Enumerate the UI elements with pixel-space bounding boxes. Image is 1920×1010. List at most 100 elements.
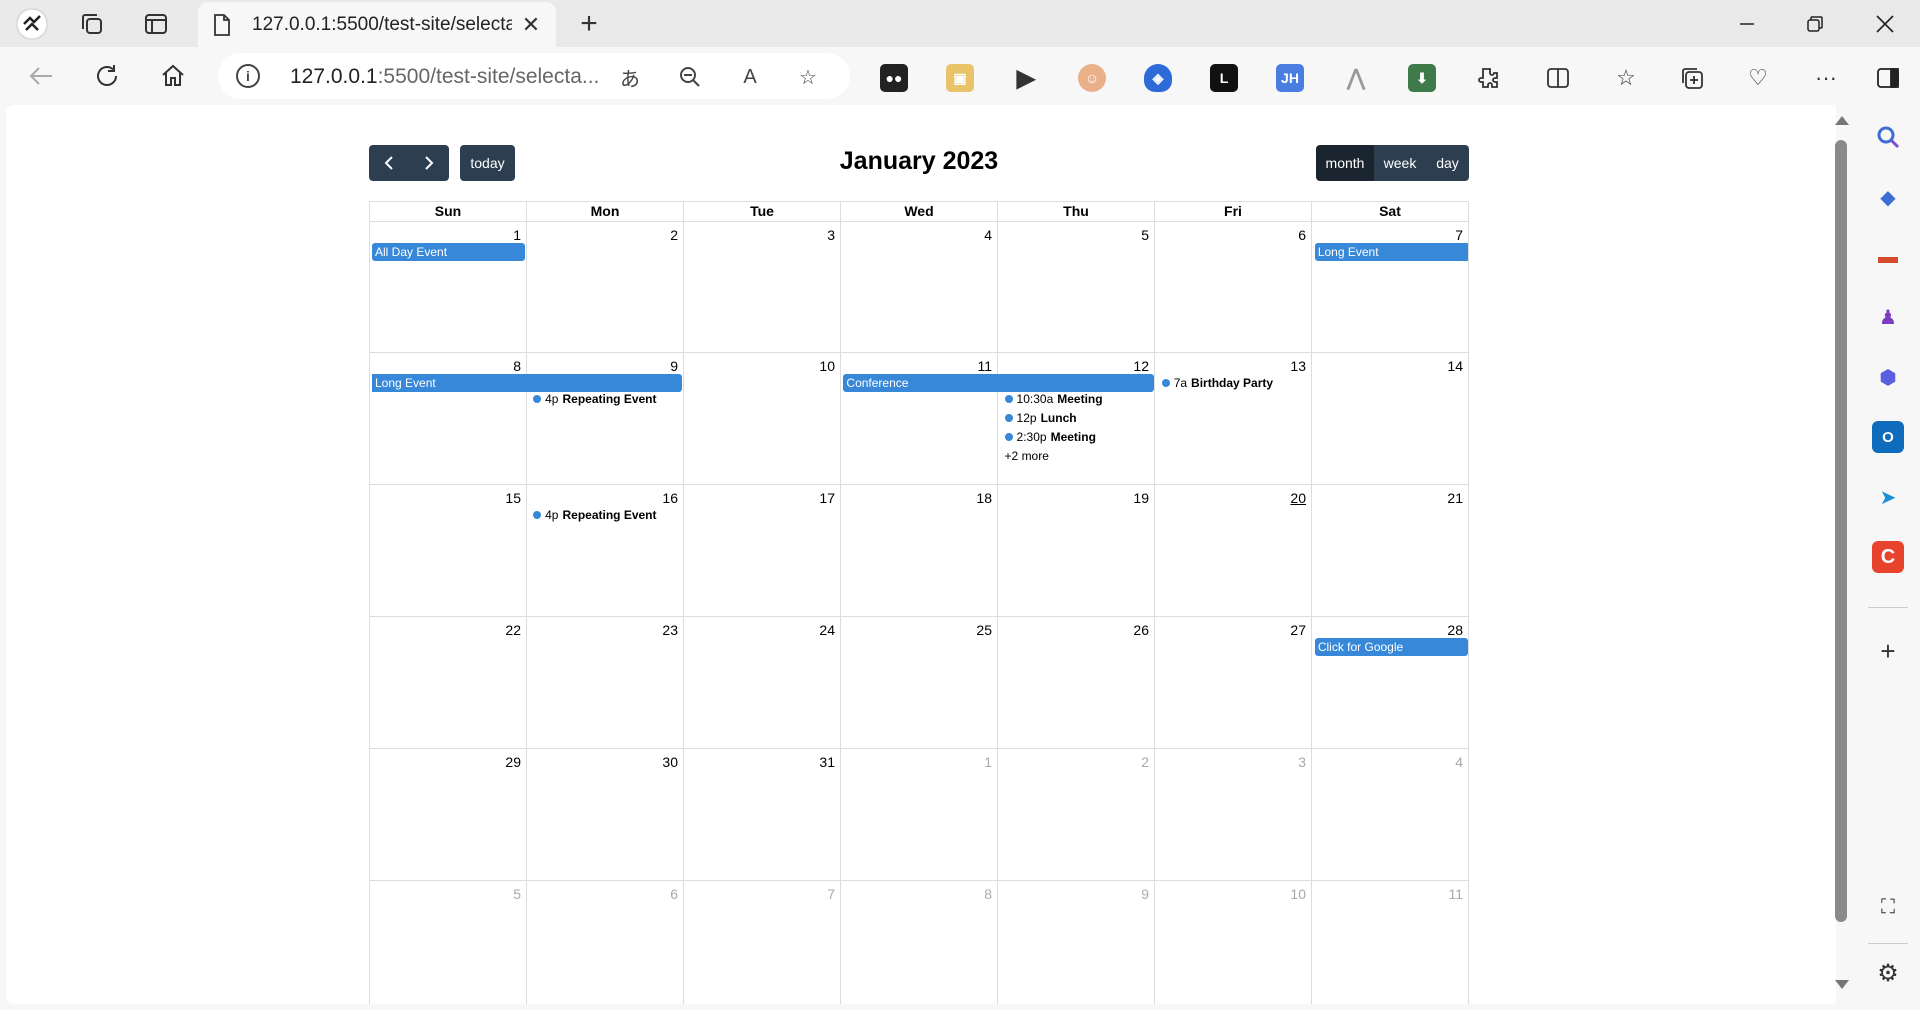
more-events-link[interactable]: +2 more xyxy=(1005,449,1049,463)
day-number[interactable]: 3 xyxy=(827,227,835,243)
day-number[interactable]: 1 xyxy=(984,754,992,770)
download-extension-icon[interactable]: ⬇ xyxy=(1408,64,1436,92)
day-cell[interactable]: 10 xyxy=(684,353,841,485)
day-cell[interactable]: 3 xyxy=(1155,749,1312,881)
favorites-icon[interactable]: ☆ xyxy=(1610,62,1642,94)
day-cell[interactable]: 16 xyxy=(527,485,684,617)
day-number[interactable]: 12 xyxy=(1133,358,1149,374)
browser-tab[interactable]: 127.0.0.1:5500/test-site/selectabl ✕ xyxy=(198,2,556,47)
day-cell[interactable]: 4 xyxy=(1312,749,1469,881)
jh-extension-icon[interactable]: JH xyxy=(1276,64,1304,92)
day-number[interactable]: 3 xyxy=(1298,754,1306,770)
day-cell[interactable]: 17 xyxy=(684,485,841,617)
day-cell[interactable]: 27 xyxy=(1155,617,1312,749)
zoom-out-icon[interactable] xyxy=(676,64,704,90)
day-cell[interactable]: 8 xyxy=(841,881,998,1004)
day-cell[interactable]: 15 xyxy=(370,485,527,617)
outlook-icon[interactable]: O xyxy=(1872,421,1904,453)
day-number[interactable]: 1 xyxy=(513,227,521,243)
mountain-extension-icon[interactable]: ⋀ xyxy=(1342,64,1370,92)
minimize-icon[interactable] xyxy=(1714,0,1780,47)
close-window-icon[interactable] xyxy=(1852,0,1918,47)
day-number[interactable]: 26 xyxy=(1133,622,1149,638)
conference-event[interactable]: Conference xyxy=(843,374,1154,392)
meeting-event[interactable]: 10:30a Meeting xyxy=(1004,390,1103,408)
day-cell[interactable]: 31 xyxy=(684,749,841,881)
day-cell[interactable]: 9 xyxy=(527,353,684,485)
day-cell[interactable]: 23 xyxy=(527,617,684,749)
extensions-puzzle-icon[interactable] xyxy=(1472,62,1504,94)
meeting-event[interactable]: 2:30p Meeting xyxy=(1004,428,1096,446)
day-number[interactable]: 22 xyxy=(505,622,521,638)
day-number[interactable]: 23 xyxy=(662,622,678,638)
restore-icon[interactable] xyxy=(1782,0,1848,47)
day-view-button[interactable]: day xyxy=(1426,145,1469,181)
day-number[interactable]: 31 xyxy=(819,754,835,770)
day-number[interactable]: 7 xyxy=(827,886,835,902)
day-number[interactable]: 25 xyxy=(976,622,992,638)
day-cell[interactable]: 7 xyxy=(684,881,841,1004)
collections-icon[interactable] xyxy=(1676,62,1708,94)
browser-essentials-icon[interactable]: ♡ xyxy=(1742,62,1774,94)
day-number[interactable]: 6 xyxy=(1298,227,1306,243)
copilot-icon[interactable]: ⬢ xyxy=(1872,361,1904,393)
page-scrollbar[interactable] xyxy=(1830,112,1852,1000)
scroll-up-arrow[interactable] xyxy=(1835,116,1849,125)
day-number[interactable]: 29 xyxy=(505,754,521,770)
day-number[interactable]: 21 xyxy=(1447,490,1463,506)
day-cell[interactable]: 2 xyxy=(998,749,1155,881)
address-bar[interactable]: i 127.0.0.1:5500/test-site/selecta... あ … xyxy=(218,53,850,99)
day-number[interactable]: 15 xyxy=(505,490,521,506)
day-cell[interactable]: 21 xyxy=(1312,485,1469,617)
day-cell[interactable]: 24 xyxy=(684,617,841,749)
day-number[interactable]: 10 xyxy=(1290,886,1306,902)
day-number[interactable]: 19 xyxy=(1133,490,1149,506)
day-cell[interactable]: 25 xyxy=(841,617,998,749)
day-number[interactable]: 8 xyxy=(513,358,521,374)
day-cell[interactable]: 22 xyxy=(370,617,527,749)
add-icon[interactable]: + xyxy=(1872,635,1904,667)
more-options-icon[interactable]: ··· xyxy=(1810,62,1842,94)
day-cell[interactable]: 18 xyxy=(841,485,998,617)
image-extension-icon[interactable]: ▣ xyxy=(946,64,974,92)
click-for-google-event[interactable]: Click for Google xyxy=(1314,638,1468,656)
day-cell[interactable]: 6 xyxy=(1155,222,1312,353)
split-screen-icon[interactable] xyxy=(1542,62,1574,94)
day-number[interactable]: 4 xyxy=(984,227,992,243)
repeating-event[interactable]: 4p Repeating Event xyxy=(533,390,657,408)
day-number[interactable]: 9 xyxy=(1141,886,1149,902)
site-info-icon[interactable]: i xyxy=(236,64,260,88)
shopping-tag-icon[interactable]: ◆ xyxy=(1872,181,1904,213)
day-number[interactable]: 10 xyxy=(819,358,835,374)
day-number[interactable]: 4 xyxy=(1455,754,1463,770)
search-icon[interactable] xyxy=(1872,121,1904,153)
send-icon[interactable]: ➤ xyxy=(1872,481,1904,513)
day-cell[interactable]: 10 xyxy=(1155,881,1312,1004)
settings-gear-icon[interactable]: ⚙ xyxy=(1872,957,1904,989)
day-cell[interactable]: 11 xyxy=(1312,881,1469,1004)
day-number[interactable]: 30 xyxy=(662,754,678,770)
sidebar-toggle-icon[interactable] xyxy=(1872,62,1904,94)
day-cell[interactable]: 5 xyxy=(998,222,1155,353)
translate-icon[interactable]: あ xyxy=(616,64,644,91)
home-icon[interactable] xyxy=(156,59,190,93)
day-cell[interactable]: 19 xyxy=(998,485,1155,617)
workspaces-icon[interactable] xyxy=(76,8,108,40)
day-cell[interactable]: 1 xyxy=(841,749,998,881)
month-view-button[interactable]: month xyxy=(1316,145,1374,181)
day-number[interactable]: 17 xyxy=(819,490,835,506)
read-aloud-icon[interactable]: A xyxy=(736,64,764,90)
day-cell[interactable]: 9 xyxy=(998,881,1155,1004)
day-number[interactable]: 27 xyxy=(1290,622,1306,638)
scroll-thumb[interactable] xyxy=(1835,140,1847,922)
profile-avatar-icon[interactable] xyxy=(16,8,48,40)
tab-actions-icon[interactable] xyxy=(140,8,172,40)
day-number[interactable]: 9 xyxy=(670,358,678,374)
day-cell[interactable]: 7 xyxy=(1312,222,1469,353)
tab-close-icon[interactable]: ✕ xyxy=(518,12,544,38)
day-number[interactable]: 11 xyxy=(1448,886,1463,902)
day-cell[interactable]: 20 xyxy=(1155,485,1312,617)
day-cell[interactable]: 5 xyxy=(370,881,527,1004)
day-cell[interactable]: 1 xyxy=(370,222,527,353)
day-cell[interactable]: 14 xyxy=(1312,353,1469,485)
